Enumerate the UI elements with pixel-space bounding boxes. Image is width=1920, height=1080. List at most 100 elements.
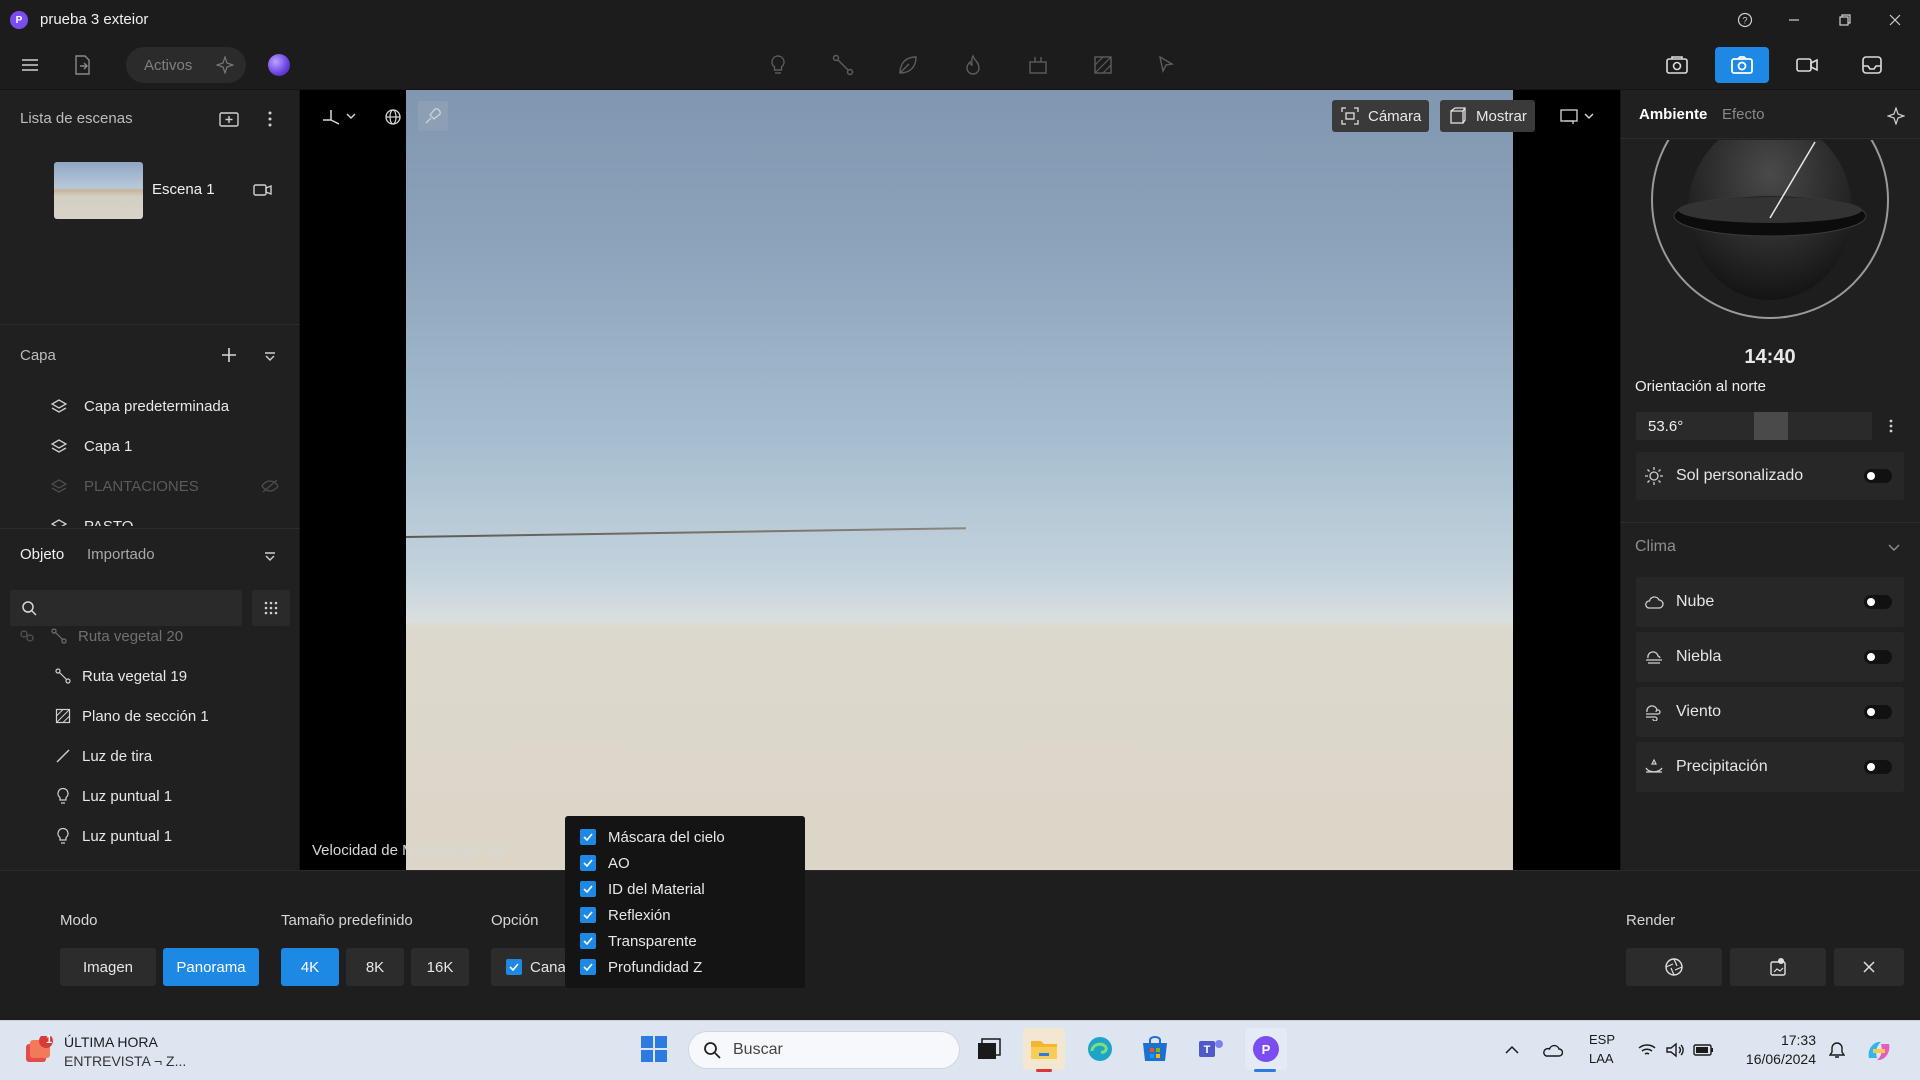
light-bulb-icon[interactable] xyxy=(760,47,796,83)
volume-icon[interactable] xyxy=(1664,1040,1686,1060)
north-orientation-slider[interactable]: 53.6° xyxy=(1636,412,1872,440)
clock-date[interactable]: 16/06/2024 xyxy=(1740,1051,1816,1067)
video-mode-button[interactable] xyxy=(1780,47,1834,83)
render-start-button[interactable] xyxy=(1626,948,1722,986)
add-layer-icon[interactable] xyxy=(218,344,240,366)
environment-sparkle-icon[interactable] xyxy=(1884,104,1908,128)
rain-toggle[interactable] xyxy=(1864,760,1892,774)
weather-row-cloud[interactable]: Nube xyxy=(1636,577,1904,627)
weather-row-fog[interactable]: Niebla xyxy=(1636,632,1904,682)
scene-camera-icon[interactable] xyxy=(252,180,274,200)
file-explorer-icon[interactable] xyxy=(1023,1028,1065,1070)
lang-layout[interactable]: LAA xyxy=(1589,1051,1614,1066)
channel-option[interactable]: AO xyxy=(565,850,805,876)
list-item[interactable]: Ruta vegetal 20 xyxy=(0,628,300,654)
photo-mode-button[interactable] xyxy=(1715,47,1769,83)
wind-toggle[interactable] xyxy=(1864,705,1892,719)
vegetation-icon[interactable] xyxy=(890,47,926,83)
layer-row[interactable]: PLANTACIONES xyxy=(0,468,300,504)
weather-chevron-icon[interactable] xyxy=(1884,538,1904,558)
transform-gizmo-icon[interactable] xyxy=(318,103,360,129)
add-scene-icon[interactable] xyxy=(218,108,240,130)
grid-view-button[interactable] xyxy=(252,590,290,626)
custom-sun-toggle[interactable] xyxy=(1864,469,1892,483)
channel-option[interactable]: Transparente xyxy=(565,928,805,954)
cloud-toggle[interactable] xyxy=(1864,595,1892,609)
close-render-button[interactable] xyxy=(1834,948,1904,986)
ai-orb-icon[interactable] xyxy=(268,54,290,76)
task-view-icon[interactable] xyxy=(968,1028,1010,1070)
weather-row-wind[interactable]: Viento xyxy=(1636,687,1904,737)
list-item[interactable]: Plano de sección 1 xyxy=(0,698,300,734)
fire-icon[interactable] xyxy=(955,47,991,83)
list-item[interactable]: Luz puntual 1 xyxy=(0,818,300,854)
mode-panorama-button[interactable]: Panorama xyxy=(163,948,259,986)
channel-option[interactable]: Reflexión xyxy=(565,902,805,928)
minimize-button[interactable] xyxy=(1782,8,1806,32)
gallery-button[interactable] xyxy=(1845,47,1899,83)
size-8k-button[interactable]: 8K xyxy=(346,948,404,986)
notification-bell-icon[interactable] xyxy=(1826,1040,1848,1060)
battery-icon[interactable] xyxy=(1692,1040,1716,1060)
copilot-icon[interactable] xyxy=(1864,1036,1894,1066)
channels-dropdown-button[interactable]: Cana xyxy=(491,948,567,986)
close-window-button[interactable] xyxy=(1883,8,1907,32)
layer-collapse-icon[interactable] xyxy=(260,346,280,366)
north-more-icon[interactable] xyxy=(1882,414,1900,438)
scene-name[interactable]: Escena 1 xyxy=(152,181,215,198)
onedrive-icon[interactable] xyxy=(1540,1040,1564,1060)
tray-chevron-icon[interactable] xyxy=(1502,1040,1522,1060)
ms-store-icon[interactable] xyxy=(1134,1028,1176,1070)
wifi-icon[interactable] xyxy=(1636,1040,1658,1060)
news-subtitle[interactable]: ENTREVISTA ¬ Z... xyxy=(64,1053,186,1069)
clock-time[interactable]: 17:33 xyxy=(1740,1032,1816,1048)
globe-icon[interactable] xyxy=(380,104,406,130)
layer-row[interactable]: Capa 1 xyxy=(0,428,300,464)
section-plane-tool-icon[interactable] xyxy=(1085,47,1121,83)
scene-thumbnail[interactable] xyxy=(54,162,143,219)
tab-object[interactable]: Objeto xyxy=(20,546,64,563)
channel-option[interactable]: ID del Material xyxy=(565,876,805,902)
channel-option[interactable]: Profundidad Z xyxy=(565,954,805,980)
news-widget-icon[interactable]: 1 xyxy=(24,1034,54,1066)
help-icon[interactable]: ? xyxy=(1733,8,1757,32)
list-item[interactable]: Luz puntual 1 xyxy=(0,778,300,814)
size-4k-button[interactable]: 4K xyxy=(281,948,339,986)
tab-imported[interactable]: Importado xyxy=(87,546,155,563)
restore-button[interactable] xyxy=(1833,8,1857,32)
path-tool-icon[interactable] xyxy=(825,47,861,83)
view-sync-icon[interactable] xyxy=(1556,103,1598,129)
measure-tool-icon[interactable] xyxy=(1148,47,1184,83)
show-button[interactable]: Mostrar xyxy=(1440,100,1535,132)
list-item[interactable]: Luz de tira xyxy=(0,738,300,774)
slider-thumb[interactable] xyxy=(1754,412,1788,440)
import-file-icon[interactable] xyxy=(64,47,100,83)
size-16k-button[interactable]: 16K xyxy=(411,948,469,986)
fog-toggle[interactable] xyxy=(1864,650,1892,664)
object-search-input[interactable] xyxy=(10,590,242,626)
lang-code[interactable]: ESP xyxy=(1589,1032,1615,1047)
mode-image-button[interactable]: Imagen xyxy=(60,948,156,986)
render-preview[interactable] xyxy=(406,90,1513,870)
layer-row[interactable]: PASTO xyxy=(0,508,300,526)
taskbar-search-input[interactable]: Buscar xyxy=(688,1031,960,1069)
hidden-eye-icon[interactable] xyxy=(260,477,280,495)
channel-option[interactable]: Máscara del cielo xyxy=(565,824,805,850)
edge-browser-icon[interactable] xyxy=(1079,1028,1121,1070)
animation-icon[interactable] xyxy=(1020,47,1056,83)
tab-environment[interactable]: Ambiente xyxy=(1639,106,1707,123)
render-queue-button[interactable] xyxy=(1650,47,1704,83)
weather-row-rain[interactable]: Precipitación xyxy=(1636,742,1904,792)
scene-more-icon[interactable] xyxy=(260,108,280,130)
camera-button[interactable]: Cámara xyxy=(1332,100,1430,132)
start-button[interactable] xyxy=(633,1028,675,1070)
news-title[interactable]: ÚLTIMA HORA xyxy=(64,1034,158,1050)
layer-row[interactable]: Capa predeterminada xyxy=(0,388,300,424)
custom-sun-row[interactable]: Sol personalizado xyxy=(1636,452,1904,500)
list-item[interactable]: Ruta vegetal 19 xyxy=(0,658,300,694)
tab-effect[interactable]: Efecto xyxy=(1722,106,1765,123)
teams-icon[interactable]: T xyxy=(1190,1028,1232,1070)
ai-sparkle-icon[interactable] xyxy=(214,54,236,76)
sun-position-dial[interactable] xyxy=(1650,140,1890,320)
brush-tool-icon[interactable] xyxy=(418,101,448,131)
